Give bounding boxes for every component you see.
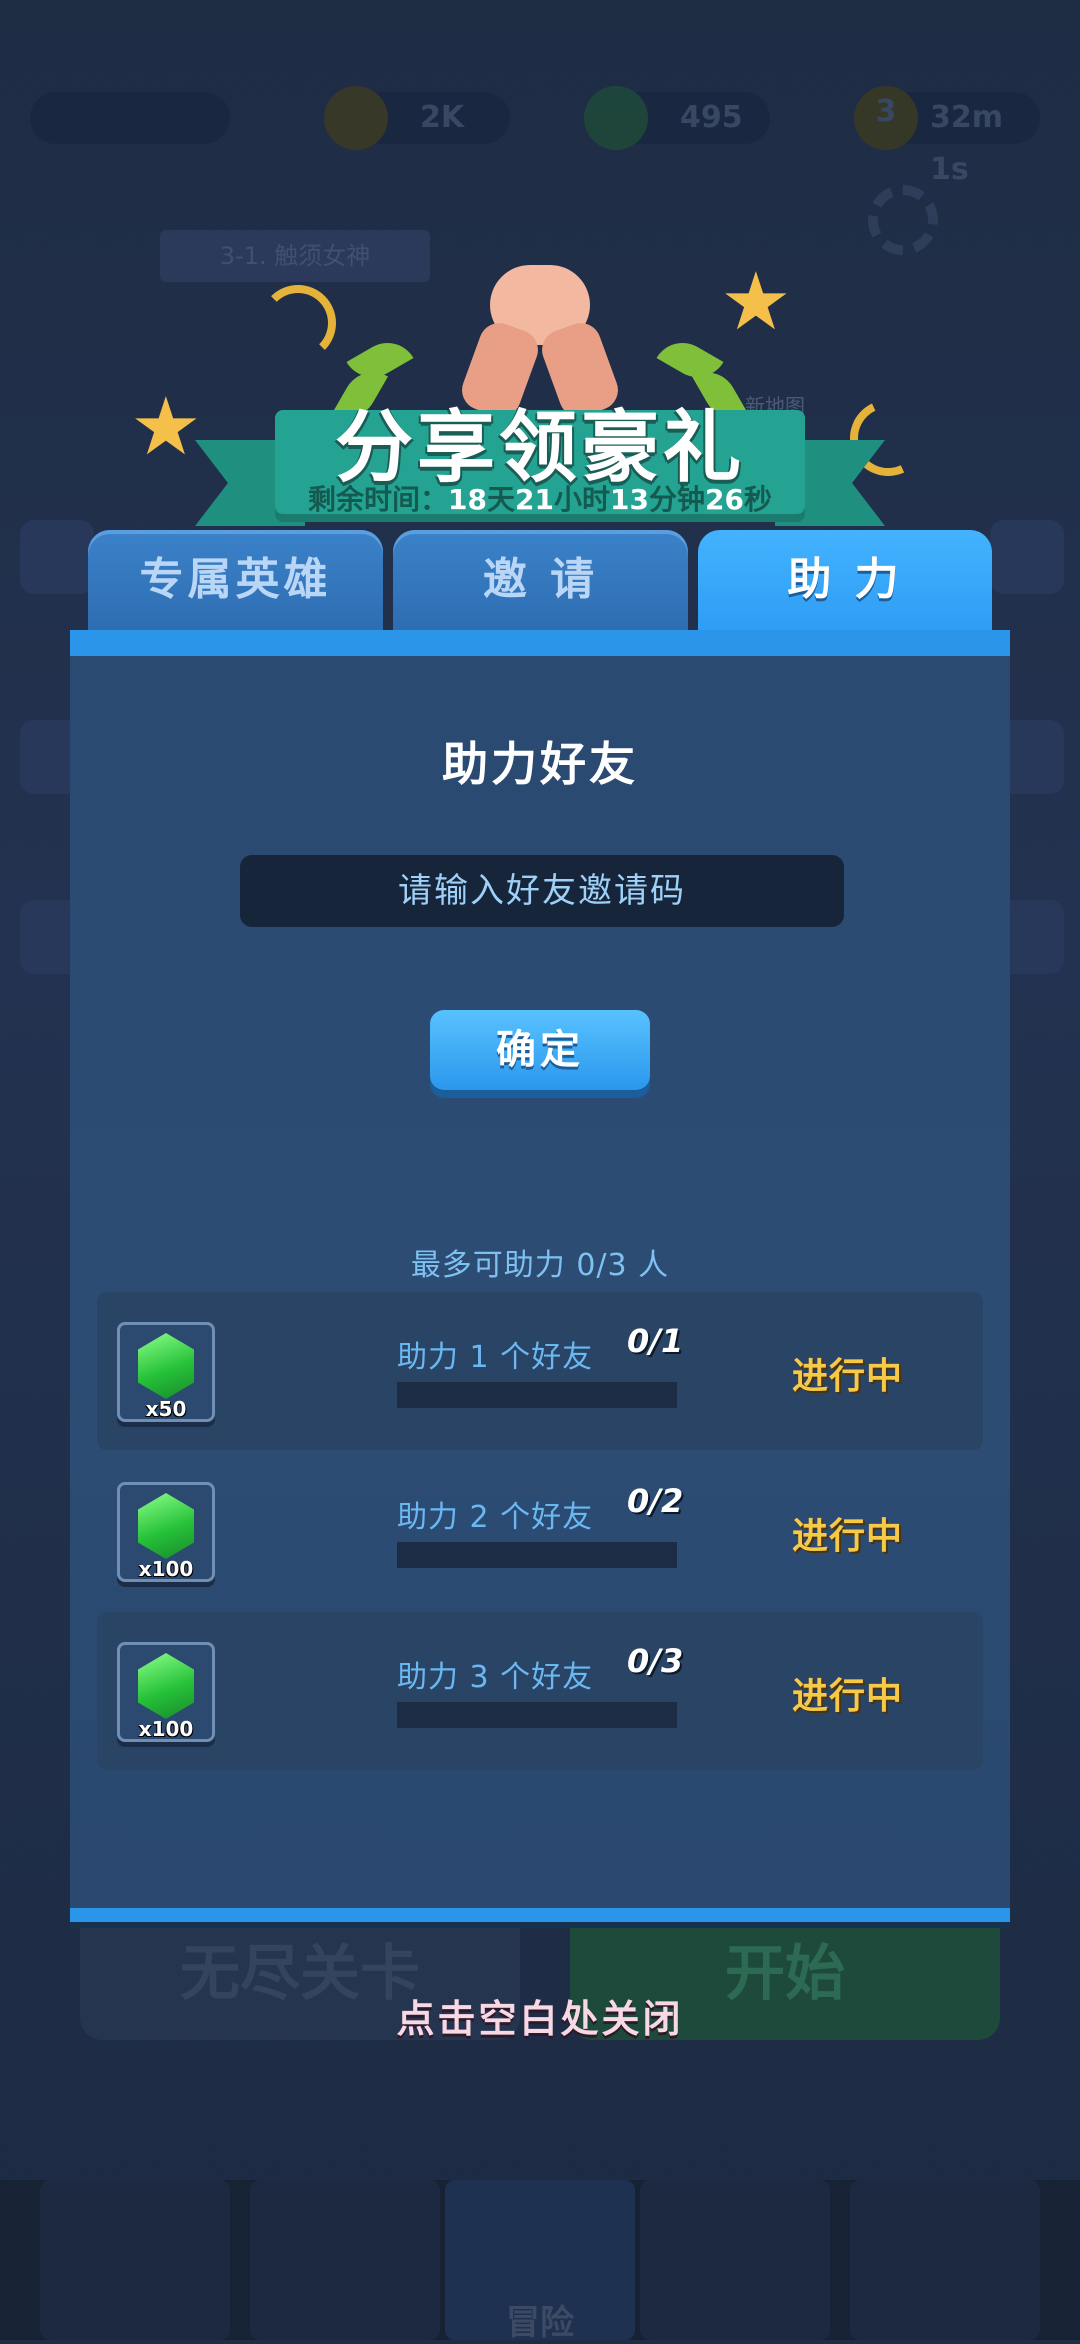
star-decoration-right: ★: [720, 255, 792, 348]
gem-pill: 495: [584, 86, 770, 150]
panel-title: 助力好友: [442, 737, 638, 791]
side-button-right-1: [990, 520, 1064, 594]
task-status: 进行中: [792, 1356, 904, 1397]
task-label: 助力 1 个好友: [397, 1340, 594, 1375]
handshake-icon: [456, 255, 624, 423]
reward-count: x100: [138, 1557, 194, 1581]
task-row: x100 助力 2 个好友 0/2 进行中: [97, 1452, 983, 1610]
task-progress-text: 0/1: [627, 1322, 684, 1360]
reward-box: x100: [117, 1642, 215, 1742]
gem-icon: [584, 86, 648, 150]
task-progress-text: 0/3: [627, 1642, 684, 1680]
coin-icon: [324, 86, 388, 150]
task-label: 助力 3 个好友: [397, 1660, 594, 1695]
invite-code-input[interactable]: [240, 855, 844, 927]
task-progress-bar: [397, 1382, 677, 1408]
tab-exclusive-hero[interactable]: 专属英雄: [88, 530, 383, 640]
close-hint[interactable]: 点击空白处关闭: [0, 1988, 1080, 2043]
task-row: x100 助力 3 个好友 0/3 进行中: [97, 1612, 983, 1770]
energy-pill: 3 32m 1s: [854, 86, 1040, 187]
player-level-pill: [30, 92, 230, 144]
coin-pill: 2K: [324, 86, 510, 150]
task-progress-bar: [397, 1542, 677, 1568]
green-gem-icon: [138, 1333, 194, 1399]
event-timer: 剩余时间：18天21小时13分钟26秒: [308, 483, 772, 516]
green-gem-icon: [138, 1493, 194, 1559]
top-resource-bar: 2K 495 3 32m 1s: [20, 86, 1060, 187]
task-progress-bar: [397, 1702, 677, 1728]
reward-count: x50: [145, 1397, 187, 1421]
green-gem-icon: [138, 1653, 194, 1719]
reward-box: x50: [117, 1322, 215, 1422]
confetti-left-icon: [260, 285, 336, 361]
reward-box: x100: [117, 1482, 215, 1582]
task-status: 进行中: [792, 1516, 904, 1557]
task-status: 进行中: [792, 1676, 904, 1717]
settings-gear-icon: [868, 185, 938, 255]
reward-count: x100: [138, 1717, 194, 1741]
task-progress-text: 0/2: [627, 1482, 684, 1520]
side-button-left-1: [20, 520, 94, 594]
assist-limit-text: 最多可助力 0/3 人: [410, 1248, 670, 1283]
confirm-button[interactable]: 确定: [430, 1010, 650, 1090]
energy-icon: 3: [854, 86, 918, 150]
task-label: 助力 2 个好友: [397, 1500, 594, 1535]
nav-adventure-label: 冒险: [506, 2303, 574, 2343]
tab-invite[interactable]: 邀 请: [393, 530, 688, 640]
stage-label: 3-1. 触须女神: [160, 230, 430, 282]
task-row: x50 助力 1 个好友 0/1 进行中: [97, 1292, 983, 1450]
